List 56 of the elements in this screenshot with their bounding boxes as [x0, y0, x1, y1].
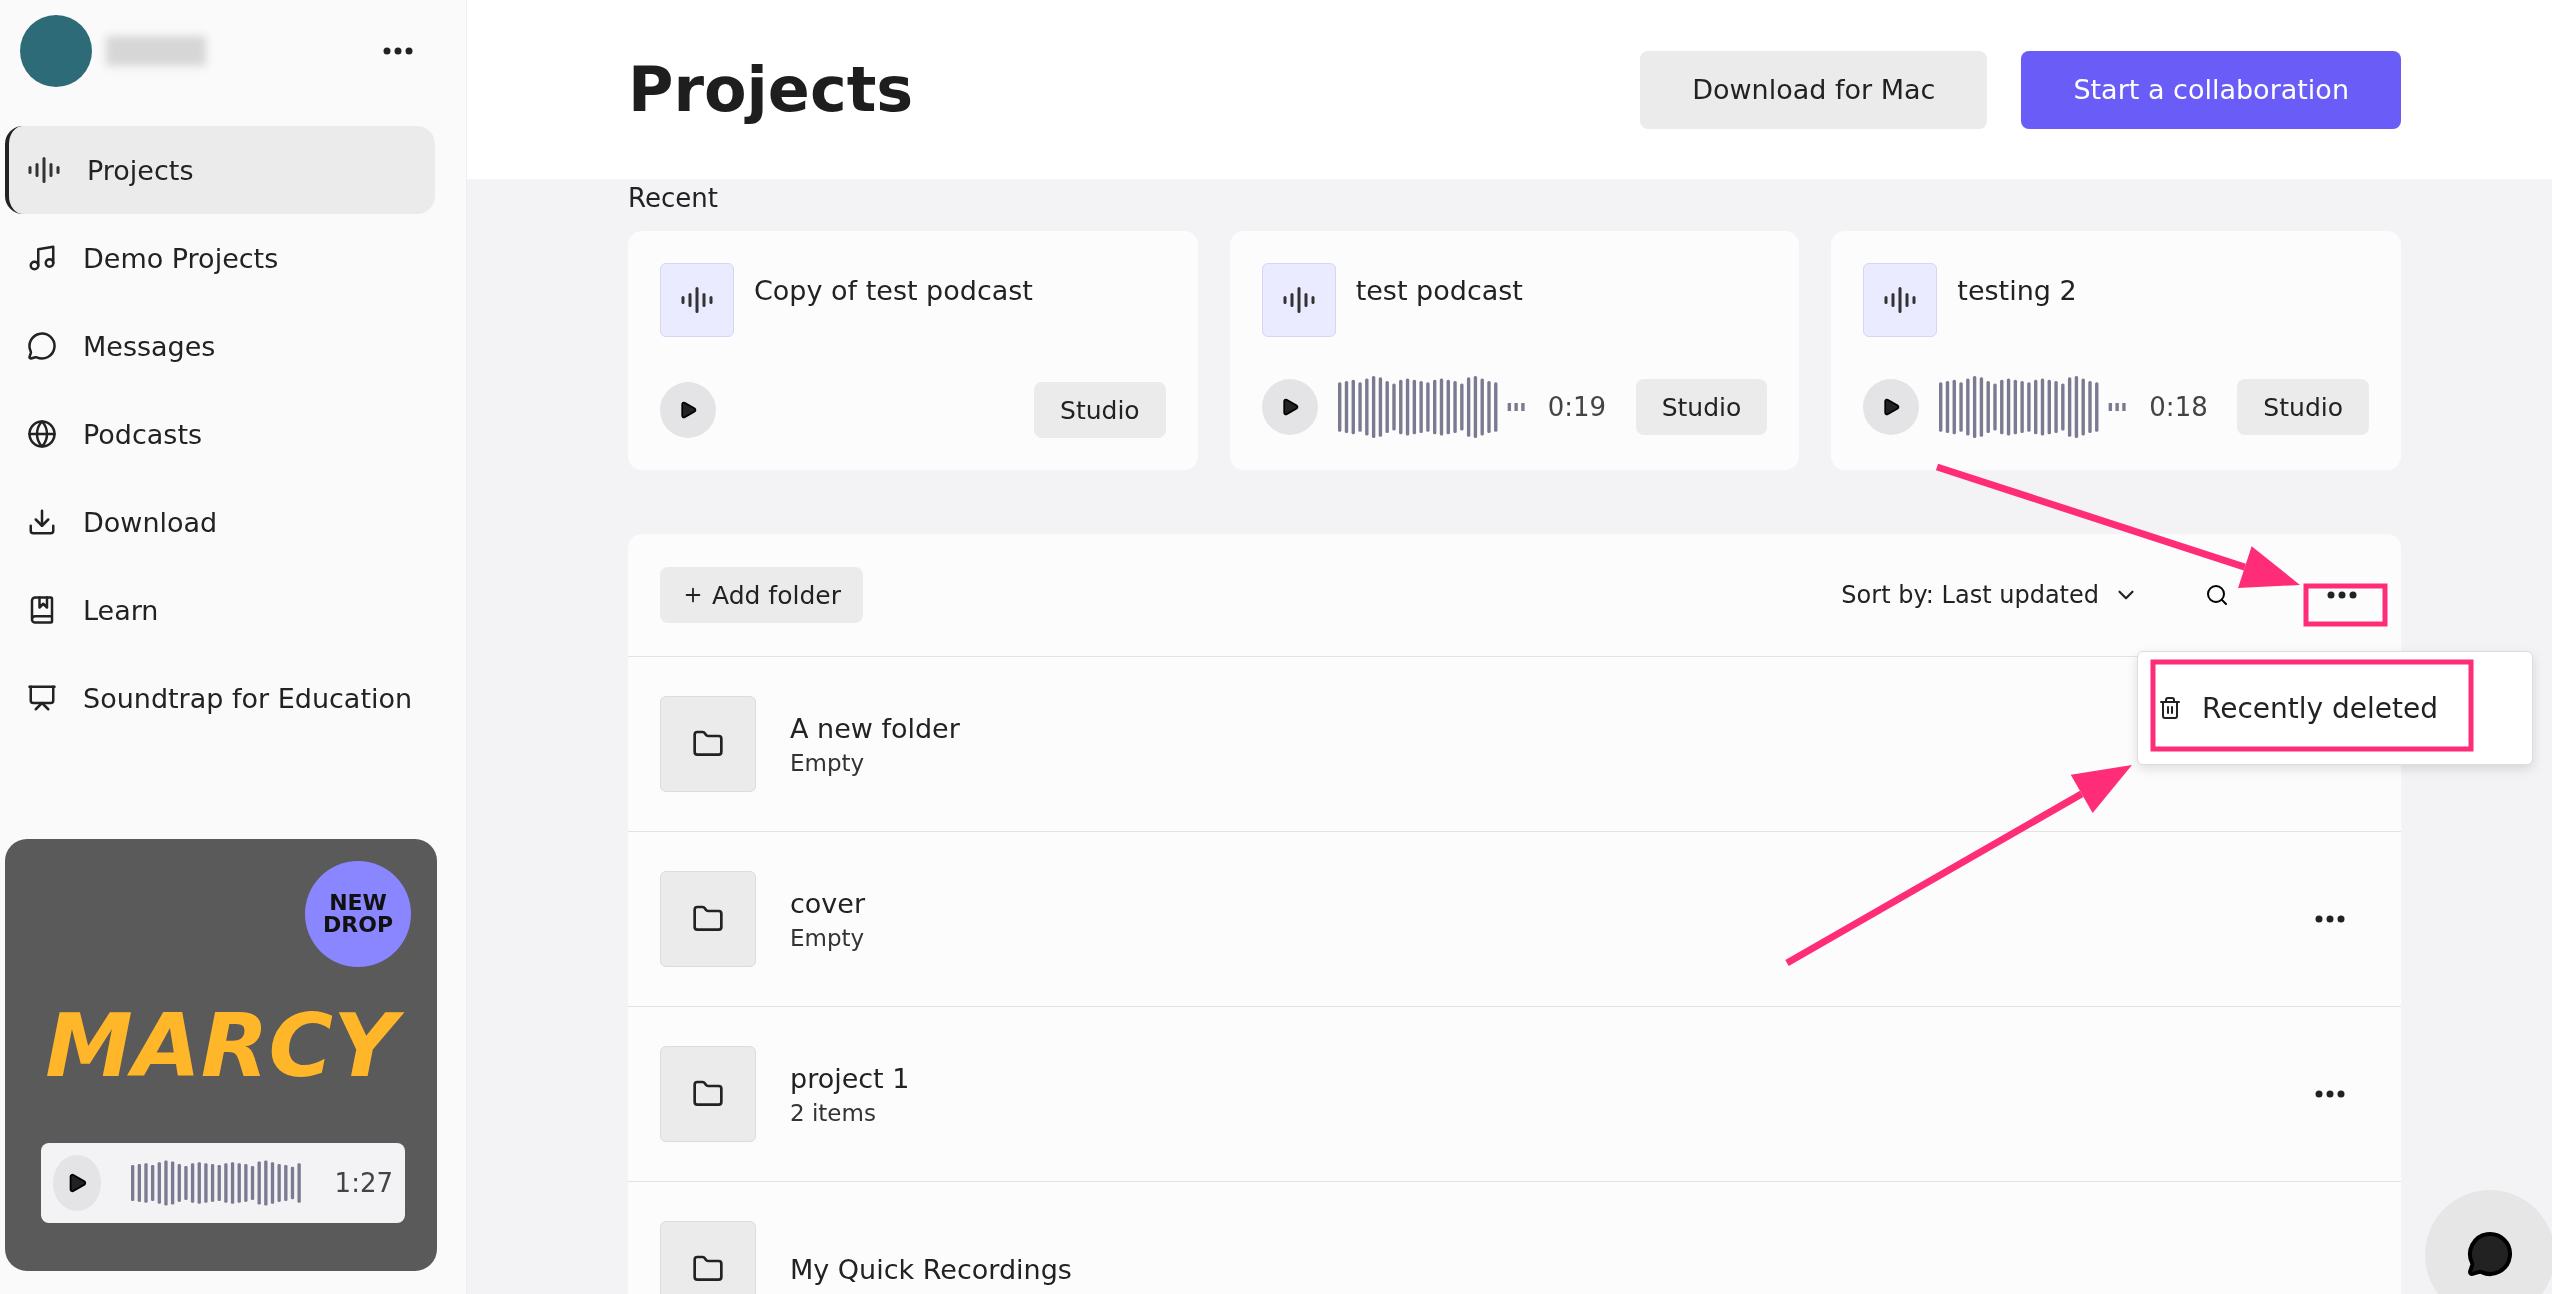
music-note-icon — [27, 243, 57, 273]
studio-button[interactable]: Studio — [2237, 379, 2369, 435]
section-heading: Recent — [628, 183, 719, 213]
folder-detail: Empty — [790, 924, 866, 951]
project-card[interactable]: Copy of test podcast Studio — [628, 231, 1198, 470]
chat-icon — [2466, 1230, 2514, 1278]
sidebar-item[interactable]: Soundtrap for Education — [5, 654, 435, 742]
waveform-icon — [1281, 285, 1316, 315]
collaboration-button[interactable]: Start a collaboration — [2021, 50, 2401, 129]
more-icon — [2315, 915, 2345, 923]
folder-name[interactable]: My Quick Recordings — [790, 1253, 1072, 1285]
more-icon[interactable] — [383, 47, 413, 55]
chat-bubble-icon — [27, 331, 57, 361]
sidebar-item[interactable]: Download — [5, 478, 435, 566]
easel-icon — [27, 683, 57, 713]
download-icon — [27, 507, 57, 537]
more-icon — [2315, 1090, 2345, 1098]
promo-card[interactable]: NEW DROP MARCY 1:27 — [5, 839, 437, 1271]
play-icon — [678, 400, 698, 420]
project-card[interactable]: test podcast 0:19 Studio — [1229, 231, 1800, 470]
project-title: test podcast — [1355, 275, 1523, 306]
play-button[interactable] — [660, 382, 716, 438]
project-title: testing 2 — [1957, 275, 2077, 306]
studio-button[interactable]: Studio — [1034, 382, 1166, 438]
menu-item[interactable]: Recently deleted — [2158, 691, 2438, 725]
new-drop-badge: NEW DROP — [305, 861, 411, 967]
trash-icon — [2158, 696, 2182, 720]
track-duration: 1:27 — [334, 1168, 393, 1198]
project-duration: 0:18 — [2149, 392, 2208, 422]
project-title: Copy of test podcast — [754, 275, 1033, 306]
waveform-icon — [1883, 285, 1918, 315]
sidebar-item[interactable]: Projects — [5, 126, 435, 214]
search-icon — [2205, 583, 2229, 607]
sort-dropdown[interactable]: Sort by: Last updated — [1835, 580, 2145, 610]
play-icon — [1881, 397, 1902, 417]
more-icon — [2327, 591, 2357, 599]
sidebar-item[interactable]: Messages — [5, 302, 435, 390]
project-duration: 0:19 — [1547, 392, 1607, 422]
folder-detail: 2 items — [790, 1099, 877, 1126]
waveform-icon — [27, 155, 61, 185]
sidebar-item[interactable]: Learn — [5, 566, 435, 654]
folder-name[interactable]: A new folder — [790, 712, 960, 744]
promo-title: MARCY — [25, 989, 417, 1104]
sidebar-item[interactable]: Podcasts — [5, 390, 435, 478]
add-folder-button[interactable]: Add folder — [660, 567, 863, 623]
page-title: Projects — [628, 53, 914, 126]
download-button[interactable]: Download for Mac — [1640, 50, 1988, 129]
folder-name[interactable]: cover — [790, 887, 866, 919]
sidebar-item[interactable]: Demo Projects — [5, 214, 435, 302]
search-button[interactable] — [2205, 583, 2229, 607]
globe-icon — [27, 419, 57, 449]
project-card[interactable]: testing 2 0:18 Studio — [1831, 231, 2401, 470]
folder-detail: Empty — [790, 749, 866, 776]
folder-name[interactable]: project 1 — [790, 1062, 910, 1094]
studio-button[interactable]: Studio — [1635, 379, 1768, 435]
waveform-icon — [680, 285, 714, 315]
